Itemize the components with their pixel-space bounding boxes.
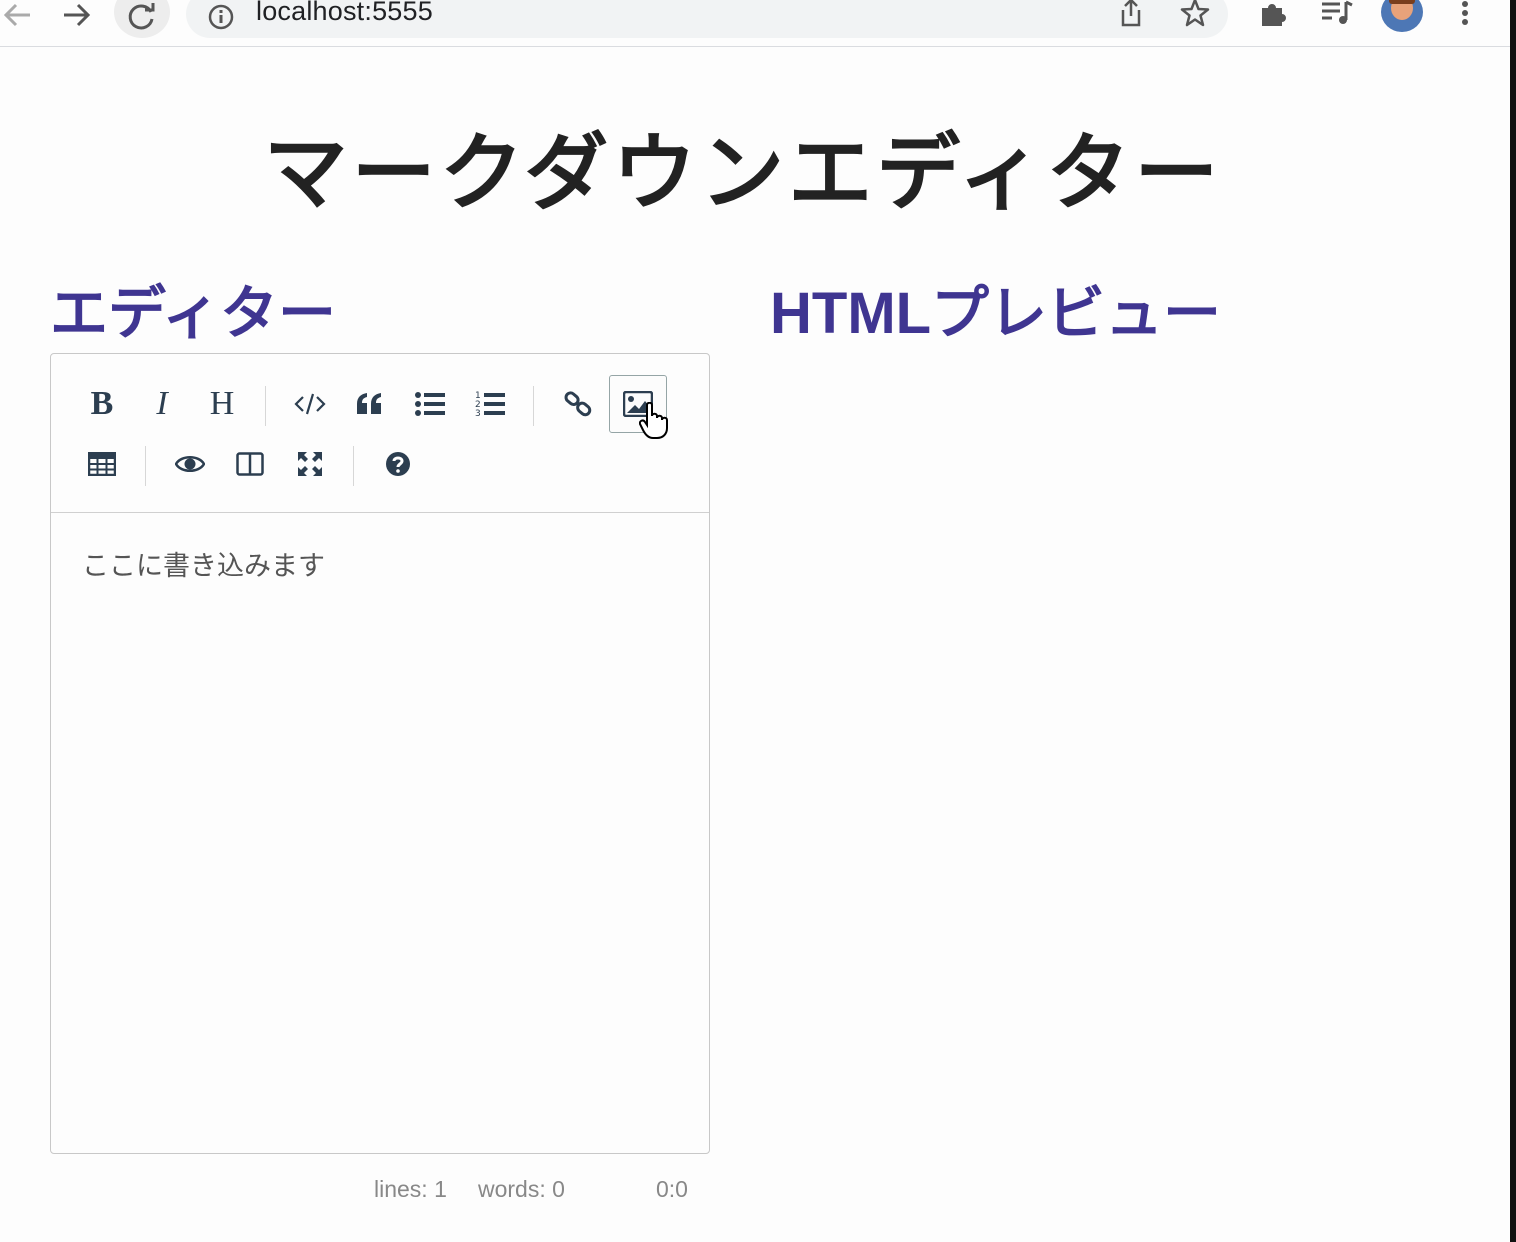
expand-icon	[298, 452, 322, 476]
reload-icon	[128, 3, 155, 30]
toolbar-separator	[533, 386, 534, 426]
quote-icon	[357, 393, 381, 414]
heading-button[interactable]: H	[193, 375, 251, 433]
code-icon	[294, 393, 326, 415]
reload-button[interactable]	[114, 0, 170, 38]
editor-text-area[interactable]: ここに書き込みます	[82, 544, 325, 583]
italic-icon: I	[156, 385, 168, 422]
heading-icon: H	[209, 385, 235, 422]
unordered-list-button[interactable]	[401, 375, 459, 433]
side-by-side-button[interactable]	[221, 435, 279, 493]
link-button[interactable]	[549, 375, 607, 433]
numbered-list-icon: 123	[475, 391, 505, 418]
star-icon[interactable]	[1180, 0, 1210, 28]
media-control-icon[interactable]	[1320, 0, 1354, 26]
back-button[interactable]	[0, 0, 34, 30]
info-icon	[208, 4, 234, 30]
status-cursor: 0:0	[656, 1176, 688, 1202]
page-title: マークダウンエディター	[263, 126, 1223, 220]
eye-icon	[175, 456, 205, 472]
preview-button[interactable]	[161, 435, 219, 493]
url-text[interactable]: localhost:5555	[256, 0, 433, 27]
status-lines: lines: 1	[374, 1176, 447, 1202]
ordered-list-button[interactable]: 123	[461, 375, 519, 433]
share-icon[interactable]	[1118, 0, 1144, 28]
fullscreen-button[interactable]	[281, 435, 339, 493]
extensions-icon[interactable]	[1258, 0, 1290, 28]
quote-button[interactable]	[341, 375, 399, 433]
link-icon	[564, 391, 592, 417]
columns-icon	[236, 452, 264, 476]
toolbar-separator	[265, 386, 266, 426]
editor-toolbar: B I H 123	[51, 354, 709, 513]
guide-button[interactable]	[369, 435, 427, 493]
window-edge	[1510, 0, 1516, 1242]
arrow-left-icon	[3, 3, 30, 27]
bullet-list-icon	[415, 392, 445, 416]
question-icon	[386, 452, 410, 476]
more-menu-icon[interactable]	[1460, 0, 1470, 26]
table-icon	[88, 452, 116, 476]
arrow-right-icon	[64, 3, 91, 27]
browser-toolbar: localhost:5555	[0, 0, 1510, 47]
preview-heading: HTMLプレビュー	[770, 281, 1222, 346]
address-bar[interactable]: localhost:5555	[186, 0, 1228, 38]
bold-icon: B	[90, 385, 114, 422]
status-words: words: 0	[478, 1176, 565, 1202]
bold-button[interactable]: B	[73, 375, 131, 433]
hand-cursor-icon	[639, 402, 668, 439]
table-button[interactable]	[73, 435, 131, 493]
toolbar-separator	[145, 446, 146, 486]
markdown-editor: B I H 123 ここに書き込みます	[50, 353, 710, 1154]
profile-avatar[interactable]	[1381, 0, 1423, 32]
code-button[interactable]	[281, 375, 339, 433]
forward-button[interactable]	[60, 0, 94, 30]
toolbar-separator	[353, 446, 354, 486]
editor-heading: エディター	[50, 281, 336, 346]
svg-text:3: 3	[475, 409, 481, 418]
italic-button[interactable]: I	[133, 375, 191, 433]
